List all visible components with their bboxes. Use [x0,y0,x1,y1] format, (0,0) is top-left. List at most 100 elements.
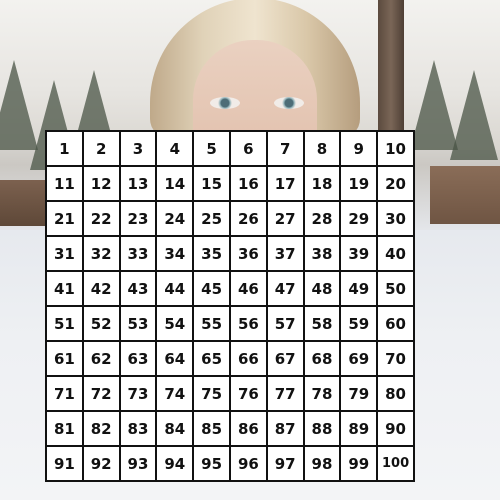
grid-cell[interactable]: 90 [376,410,415,447]
grid-cell[interactable]: 16 [228,165,268,202]
grid-cell[interactable]: 81 [45,410,84,447]
grid-cell[interactable]: 60 [376,305,415,342]
grid-cell[interactable]: 25 [192,200,231,237]
grid-cell[interactable]: 12 [81,165,121,202]
grid-cell[interactable]: 61 [45,340,84,377]
grid-cell[interactable]: 86 [228,410,268,447]
grid-cell[interactable]: 1 [45,130,84,167]
grid-cell[interactable]: 14 [155,165,195,202]
grid-cell[interactable]: 65 [192,340,231,377]
grid-cell[interactable]: 15 [192,165,231,202]
grid-cell[interactable]: 24 [155,200,195,237]
grid-cell[interactable]: 66 [228,340,268,377]
grid-cell[interactable]: 56 [228,305,268,342]
grid-cell[interactable]: 53 [118,305,158,342]
grid-cell[interactable]: 82 [81,410,121,447]
grid-cell[interactable]: 26 [228,200,268,237]
grid-cell[interactable]: 10 [376,130,415,167]
grid-cell[interactable]: 51 [45,305,84,342]
grid-cell[interactable]: 74 [155,375,195,412]
grid-cell[interactable]: 36 [228,235,268,272]
grid-cell[interactable]: 49 [339,270,379,307]
grid-cell[interactable]: 71 [45,375,84,412]
grid-cell[interactable]: 33 [118,235,158,272]
grid-cell[interactable]: 76 [228,375,268,412]
grid-cell[interactable]: 20 [376,165,415,202]
grid-cell[interactable]: 41 [45,270,84,307]
grid-cell[interactable]: 63 [118,340,158,377]
grid-cell[interactable]: 73 [118,375,158,412]
grid-cell[interactable]: 3 [118,130,158,167]
grid-cell[interactable]: 44 [155,270,195,307]
grid-cell[interactable]: 91 [45,445,84,482]
grid-cell[interactable]: 34 [155,235,195,272]
grid-cell[interactable]: 45 [192,270,231,307]
grid-cell[interactable]: 89 [339,410,379,447]
grid-cell[interactable]: 13 [118,165,158,202]
grid-cell[interactable]: 93 [118,445,158,482]
grid-cell[interactable]: 88 [302,410,342,447]
grid-cell[interactable]: 7 [265,130,305,167]
grid-cell[interactable]: 37 [265,235,305,272]
grid-cell[interactable]: 67 [265,340,305,377]
grid-cell[interactable]: 95 [192,445,231,482]
grid-cell[interactable]: 84 [155,410,195,447]
grid-cell[interactable]: 80 [376,375,415,412]
grid-cell[interactable]: 6 [228,130,268,167]
grid-cell[interactable]: 30 [376,200,415,237]
grid-cell[interactable]: 9 [339,130,379,167]
grid-cell[interactable]: 59 [339,305,379,342]
grid-cell[interactable]: 31 [45,235,84,272]
grid-cell[interactable]: 23 [118,200,158,237]
grid-cell[interactable]: 5 [192,130,231,167]
grid-cell[interactable]: 64 [155,340,195,377]
grid-cell[interactable]: 43 [118,270,158,307]
grid-cell[interactable]: 2 [81,130,121,167]
grid-cell[interactable]: 50 [376,270,415,307]
grid-cell[interactable]: 100 [376,445,415,482]
grid-cell[interactable]: 58 [302,305,342,342]
grid-cell[interactable]: 18 [302,165,342,202]
grid-cell[interactable]: 38 [302,235,342,272]
grid-cell[interactable]: 32 [81,235,121,272]
grid-cell[interactable]: 8 [302,130,342,167]
grid-cell[interactable]: 69 [339,340,379,377]
grid-cell[interactable]: 22 [81,200,121,237]
grid-cell[interactable]: 62 [81,340,121,377]
grid-cell[interactable]: 19 [339,165,379,202]
grid-cell[interactable]: 46 [228,270,268,307]
grid-cell[interactable]: 42 [81,270,121,307]
grid-cell[interactable]: 68 [302,340,342,377]
grid-cell[interactable]: 27 [265,200,305,237]
grid-cell[interactable]: 47 [265,270,305,307]
grid-cell[interactable]: 57 [265,305,305,342]
grid-cell[interactable]: 17 [265,165,305,202]
grid-cell[interactable]: 75 [192,375,231,412]
grid-cell[interactable]: 40 [376,235,415,272]
grid-cell[interactable]: 29 [339,200,379,237]
grid-cell[interactable]: 54 [155,305,195,342]
grid-cell[interactable]: 78 [302,375,342,412]
grid-cell[interactable]: 97 [265,445,305,482]
grid-cell[interactable]: 21 [45,200,84,237]
grid-cell[interactable]: 77 [265,375,305,412]
grid-cell[interactable]: 72 [81,375,121,412]
grid-cell[interactable]: 48 [302,270,342,307]
grid-cell[interactable]: 70 [376,340,415,377]
grid-cell[interactable]: 4 [155,130,195,167]
grid-cell[interactable]: 85 [192,410,231,447]
grid-cell[interactable]: 11 [45,165,84,202]
grid-cell[interactable]: 98 [302,445,342,482]
grid-cell[interactable]: 94 [155,445,195,482]
grid-cell[interactable]: 79 [339,375,379,412]
grid-cell[interactable]: 55 [192,305,231,342]
grid-cell[interactable]: 92 [81,445,121,482]
grid-cell[interactable]: 96 [228,445,268,482]
grid-cell[interactable]: 39 [339,235,379,272]
grid-cell[interactable]: 35 [192,235,231,272]
grid-cell[interactable]: 52 [81,305,121,342]
grid-cell[interactable]: 87 [265,410,305,447]
grid-cell[interactable]: 28 [302,200,342,237]
grid-cell[interactable]: 83 [118,410,158,447]
grid-cell[interactable]: 99 [339,445,379,482]
